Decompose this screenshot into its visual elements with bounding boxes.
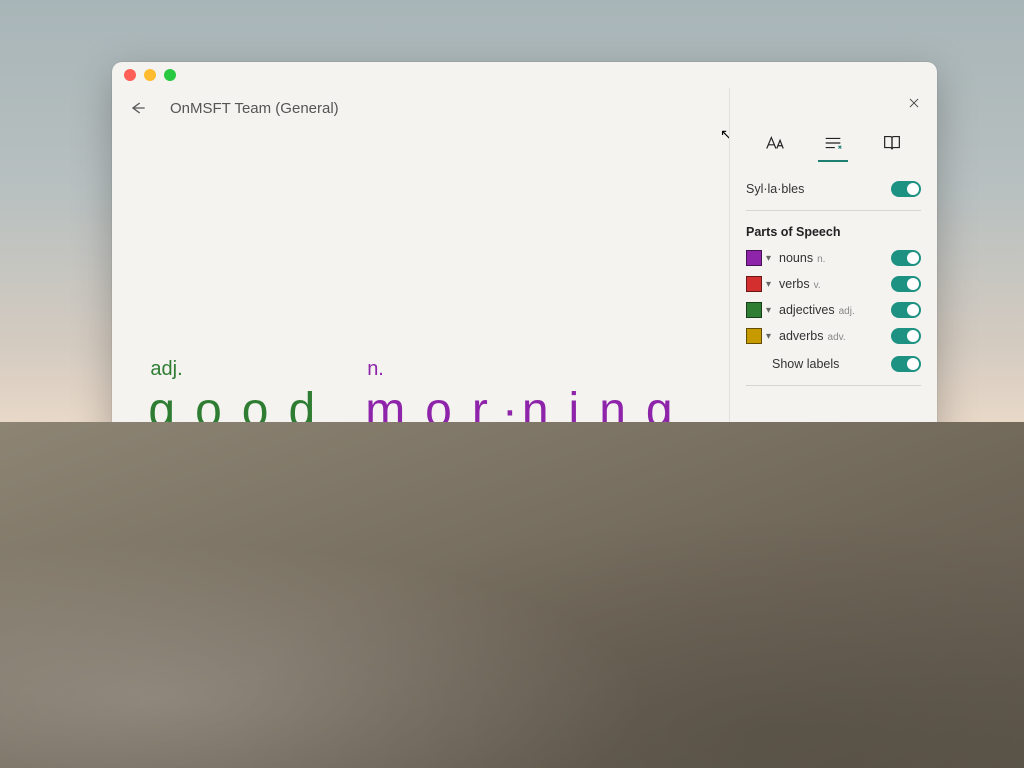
syllables-row: Syl·la·bles [746, 174, 921, 204]
window-maximize-button[interactable] [164, 69, 176, 81]
toggle-adverbs[interactable] [891, 328, 921, 344]
play-button[interactable] [379, 674, 413, 708]
divider [746, 385, 921, 386]
parts-of-speech-title: Parts of Speech [746, 221, 921, 245]
main-pane: OnMSFT Team (General) ↖ adj. good n. mor… [112, 88, 729, 732]
pos-row-nouns: ▾ nounsn. [746, 245, 921, 271]
chevron-down-icon[interactable]: ▾ [766, 279, 771, 290]
toggle-verbs[interactable] [891, 276, 921, 292]
sidebar-tabs [746, 128, 921, 158]
toggle-adjectives[interactable] [891, 302, 921, 318]
show-labels-label: Show labels [772, 357, 891, 371]
close-sidebar-button[interactable] [907, 96, 927, 116]
header: OnMSFT Team (General) [112, 88, 729, 122]
playback-controls [112, 674, 729, 732]
tab-reading-preferences[interactable] [875, 128, 909, 158]
toggle-show-labels[interactable] [891, 356, 921, 372]
toggle-nouns[interactable] [891, 250, 921, 266]
pos-row-adjectives: ▾ adjectivesadj. [746, 297, 921, 323]
pos-label-adjectives: adjectivesadj. [779, 303, 891, 317]
grammar-options-sidebar: Syl·la·bles Parts of Speech ▾ nounsn. ▾ [729, 88, 937, 732]
chevron-down-icon[interactable]: ▾ [766, 331, 771, 342]
syllables-label: Syl·la·bles [746, 182, 891, 196]
word-1: adj. good [148, 358, 335, 438]
window-body: OnMSFT Team (General) ↖ adj. good n. mor… [112, 88, 937, 732]
swatch-verbs[interactable] [746, 276, 762, 292]
window-minimize-button[interactable] [144, 69, 156, 81]
window-close-button[interactable] [124, 69, 136, 81]
back-button[interactable] [124, 94, 152, 122]
phrase: adj. good n. mor·ning [148, 358, 692, 438]
desktop-background: OnMSFT Team (General) ↖ adj. good n. mor… [0, 0, 1024, 768]
syllables-toggle[interactable] [891, 181, 921, 197]
page-title: OnMSFT Team (General) [170, 100, 339, 117]
swatch-nouns[interactable] [746, 250, 762, 266]
chevron-down-icon[interactable]: ▾ [766, 305, 771, 316]
pos-label-adverbs: adverbsadv. [779, 329, 891, 343]
show-labels-row: Show labels [746, 349, 921, 379]
pos-row-adverbs: ▾ adverbsadv. [746, 323, 921, 349]
tab-text-preferences[interactable] [758, 128, 792, 158]
window-titlebar [112, 62, 937, 88]
immersive-reader-window: OnMSFT Team (General) ↖ adj. good n. mor… [112, 62, 937, 732]
swatch-adjectives[interactable] [746, 302, 762, 318]
chevron-down-icon[interactable]: ▾ [766, 253, 771, 264]
reading-canvas: adj. good n. mor·ning [112, 122, 729, 674]
word-2-pos-label: n. [367, 358, 384, 381]
tab-grammar-options[interactable] [816, 128, 850, 158]
word-2: n. mor·ning [365, 358, 692, 438]
divider [746, 210, 921, 211]
word-1-text: good [148, 383, 335, 438]
pos-label-nouns: nounsn. [779, 251, 891, 265]
word-1-pos-label: adj. [150, 358, 182, 381]
swatch-adverbs[interactable] [746, 328, 762, 344]
pos-row-verbs: ▾ verbsv. [746, 271, 921, 297]
audio-settings-button[interactable] [435, 677, 463, 705]
pos-label-verbs: verbsv. [779, 277, 891, 291]
word-2-text: mor·ning [365, 383, 692, 438]
help-button[interactable]: ? [907, 704, 925, 722]
